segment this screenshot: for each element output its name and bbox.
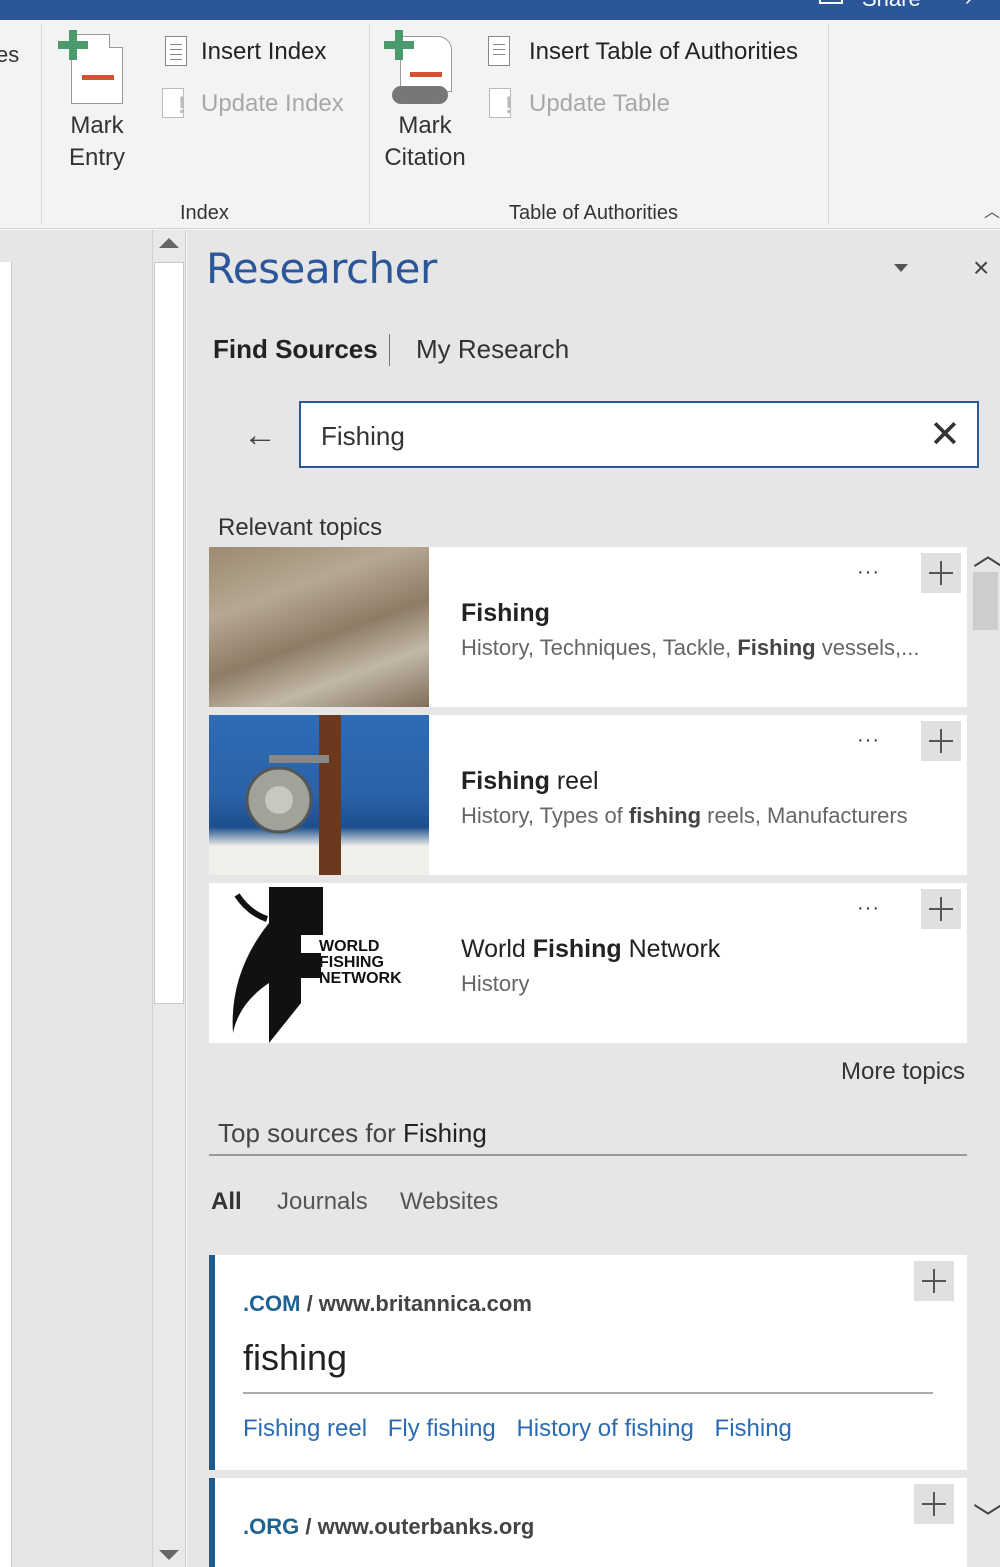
results-area: Relevant topics Fishing History, Techniq… [187, 502, 972, 1567]
close-icon[interactable]: × [973, 252, 989, 284]
ribbon-divider [41, 24, 42, 224]
document-scrollbar[interactable] [152, 230, 186, 1567]
scroll-up-icon[interactable] [159, 238, 179, 248]
back-arrow-icon[interactable]: ← [243, 416, 277, 455]
update-table-label: Update Table [529, 90, 670, 117]
world-fishing-network-logo: WORLD FISHING NETWORK [209, 883, 429, 1043]
tab-divider [389, 334, 390, 366]
topic-name: Fishing reel [461, 767, 599, 795]
related-link[interactable]: Fishing reel [243, 1415, 367, 1442]
topic-image [209, 715, 429, 875]
plus-icon[interactable] [921, 721, 961, 761]
tab-find-sources[interactable]: Find Sources [213, 334, 378, 365]
chevron-down-icon[interactable]: ﹀ [973, 1494, 1000, 1538]
top-sources-heading: Top sources for Fishing [218, 1118, 487, 1148]
scroll-down-icon[interactable] [159, 1550, 179, 1560]
warning-icon: ! [505, 92, 513, 119]
ellipsis-icon[interactable]: ··· [857, 897, 880, 920]
mark-entry-label-1: Mark [70, 112, 124, 139]
insert-toa-label: Insert Table of Authorities [529, 38, 799, 65]
title-bar: Share › [0, 0, 1000, 20]
svg-text:NETWORK: NETWORK [319, 970, 402, 987]
update-index-label: Update Index [201, 90, 344, 117]
divider [209, 1154, 967, 1156]
topic-card[interactable]: WORLD FISHING NETWORK World Fishing Netw… [209, 883, 967, 1043]
update-table-button[interactable]: ! Update Table [487, 86, 687, 122]
divider [243, 1392, 933, 1394]
chevron-icon[interactable]: › [965, 0, 972, 11]
related-links: Fishing reel Fly fishing History of fish… [243, 1415, 806, 1443]
document-area [0, 230, 152, 1567]
topic-card[interactable]: Fishing History, Techniques, Tackle, Fis… [209, 547, 967, 707]
more-topics-link[interactable]: More topics [841, 1058, 965, 1086]
relevant-topics-label: Relevant topics [218, 514, 383, 541]
document-page[interactable] [0, 262, 12, 1567]
related-link[interactable]: Fly fishing [388, 1415, 496, 1442]
mark-citation-label-2: Citation [384, 144, 466, 171]
scroll-thumb[interactable] [973, 572, 998, 630]
green-plus-icon [58, 30, 88, 60]
insert-index-label: Insert Index [201, 38, 327, 65]
source-card[interactable]: .COM / www.britannica.com fishing Fishin… [209, 1255, 967, 1470]
share-icon[interactable] [819, 0, 843, 4]
related-link[interactable]: Fishing [715, 1415, 792, 1442]
ribbon-divider [369, 24, 370, 224]
ribbon-cut-label: es [0, 42, 20, 67]
related-link[interactable]: History of fishing [516, 1415, 693, 1442]
close-icon[interactable]: ✕ [929, 412, 961, 457]
share-button[interactable]: Share [862, 0, 921, 12]
topic-card[interactable]: Fishing reel History, Types of fishing r… [209, 715, 967, 875]
mark-citation-button[interactable]: Mark Citation [382, 30, 468, 190]
fishing-reel-image [245, 715, 341, 875]
mark-citation-label-1: Mark [398, 112, 452, 139]
topic-image [209, 547, 429, 707]
chevron-down-icon[interactable] [894, 264, 908, 272]
search-input[interactable]: Fishing ✕ [299, 401, 979, 468]
topic-description: History, Techniques, Tackle, Fishing ves… [461, 635, 920, 660]
insert-index-button[interactable]: Insert Index [165, 34, 345, 70]
chevron-up-icon[interactable]: ︿ [973, 530, 1000, 574]
topic-name: World Fishing Network [461, 935, 721, 963]
scroll-thumb[interactable] [154, 262, 184, 1004]
svg-text:WORLD: WORLD [319, 938, 379, 955]
plus-icon[interactable] [914, 1261, 954, 1301]
search-value: Fishing [321, 421, 405, 451]
researcher-pane: Researcher × Find Sources My Research ← … [187, 230, 1000, 1567]
source-card[interactable]: .ORG / www.outerbanks.org [209, 1478, 967, 1567]
collapse-ribbon-icon[interactable]: ︿ [984, 198, 1000, 222]
plus-icon[interactable] [921, 553, 961, 593]
toa-group-label: Table of Authorities [509, 202, 678, 224]
green-plus-icon [384, 30, 414, 60]
svg-text:FISHING: FISHING [319, 954, 384, 971]
ellipsis-icon[interactable]: ··· [857, 561, 880, 584]
pane-title: Researcher [206, 244, 437, 293]
mark-entry-button[interactable]: Mark Entry [58, 30, 136, 190]
plus-icon[interactable] [914, 1484, 954, 1524]
ellipsis-icon[interactable]: ··· [857, 729, 880, 752]
filter-journals[interactable]: Journals [277, 1188, 368, 1216]
filter-websites[interactable]: Websites [400, 1188, 498, 1216]
insert-toa-button[interactable]: Insert Table of Authorities [488, 34, 818, 70]
topic-name: Fishing [461, 599, 550, 627]
results-scrollbar[interactable]: ︿ ﹀ [971, 502, 1000, 1567]
tab-my-research[interactable]: My Research [416, 334, 569, 365]
ribbon-divider [828, 24, 829, 224]
ribbon: es Mark Entry Insert Index ! Update Inde… [0, 20, 1000, 229]
mark-entry-label-2: Entry [68, 144, 125, 171]
update-index-button[interactable]: ! Update Index [160, 86, 360, 122]
topic-description: History, Types of fishing reels, Manufac… [461, 803, 908, 828]
warning-icon: ! [178, 92, 186, 119]
source-domain: .COM / www.britannica.com [243, 1291, 532, 1316]
source-title[interactable]: fishing [243, 1337, 347, 1379]
plus-icon[interactable] [921, 889, 961, 929]
index-group-label: Index [180, 202, 229, 224]
source-domain: .ORG / www.outerbanks.org [243, 1514, 535, 1539]
topic-description: History [461, 971, 530, 996]
index-page-icon [165, 36, 187, 66]
toa-page-icon [488, 36, 510, 66]
filter-all[interactable]: All [211, 1188, 242, 1216]
